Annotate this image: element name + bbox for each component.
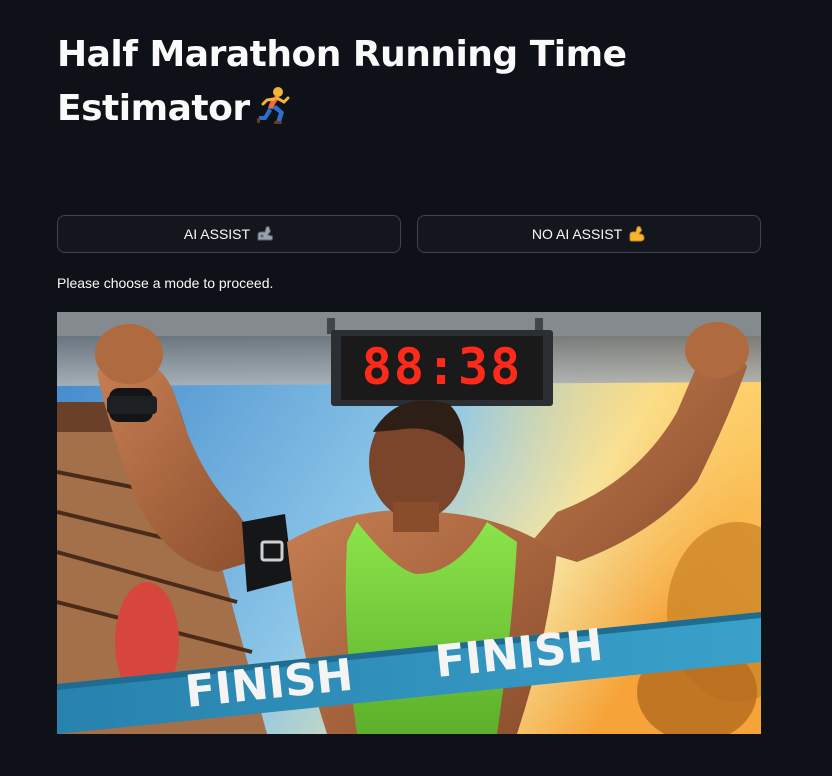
finish-line-hero-image: 88:38 FINISH FINISH — [57, 312, 761, 734]
mode-selector: AI ASSIST NO AI ASSIST — [57, 215, 761, 255]
no-ai-assist-label: NO AI ASSIST — [531, 226, 623, 242]
mode-hint-text: Please choose a mode to proceed. — [57, 275, 274, 291]
app-page: Half Marathon Running Time Estimator AI … — [0, 0, 832, 776]
clock-digits: 88:38 — [362, 338, 523, 396]
no-ai-assist-button[interactable]: NO AI ASSIST — [417, 215, 761, 253]
page-title-text: Half Marathon Running Time Estimator — [57, 34, 627, 129]
ai-assist-button[interactable]: AI ASSIST — [57, 215, 401, 253]
mechanical-arm-icon — [256, 226, 274, 242]
ai-assist-label: AI ASSIST — [183, 226, 251, 242]
flexed-biceps-icon — [628, 226, 646, 242]
person-running-icon — [256, 86, 292, 140]
page-title: Half Marathon Running Time Estimator — [57, 28, 697, 140]
